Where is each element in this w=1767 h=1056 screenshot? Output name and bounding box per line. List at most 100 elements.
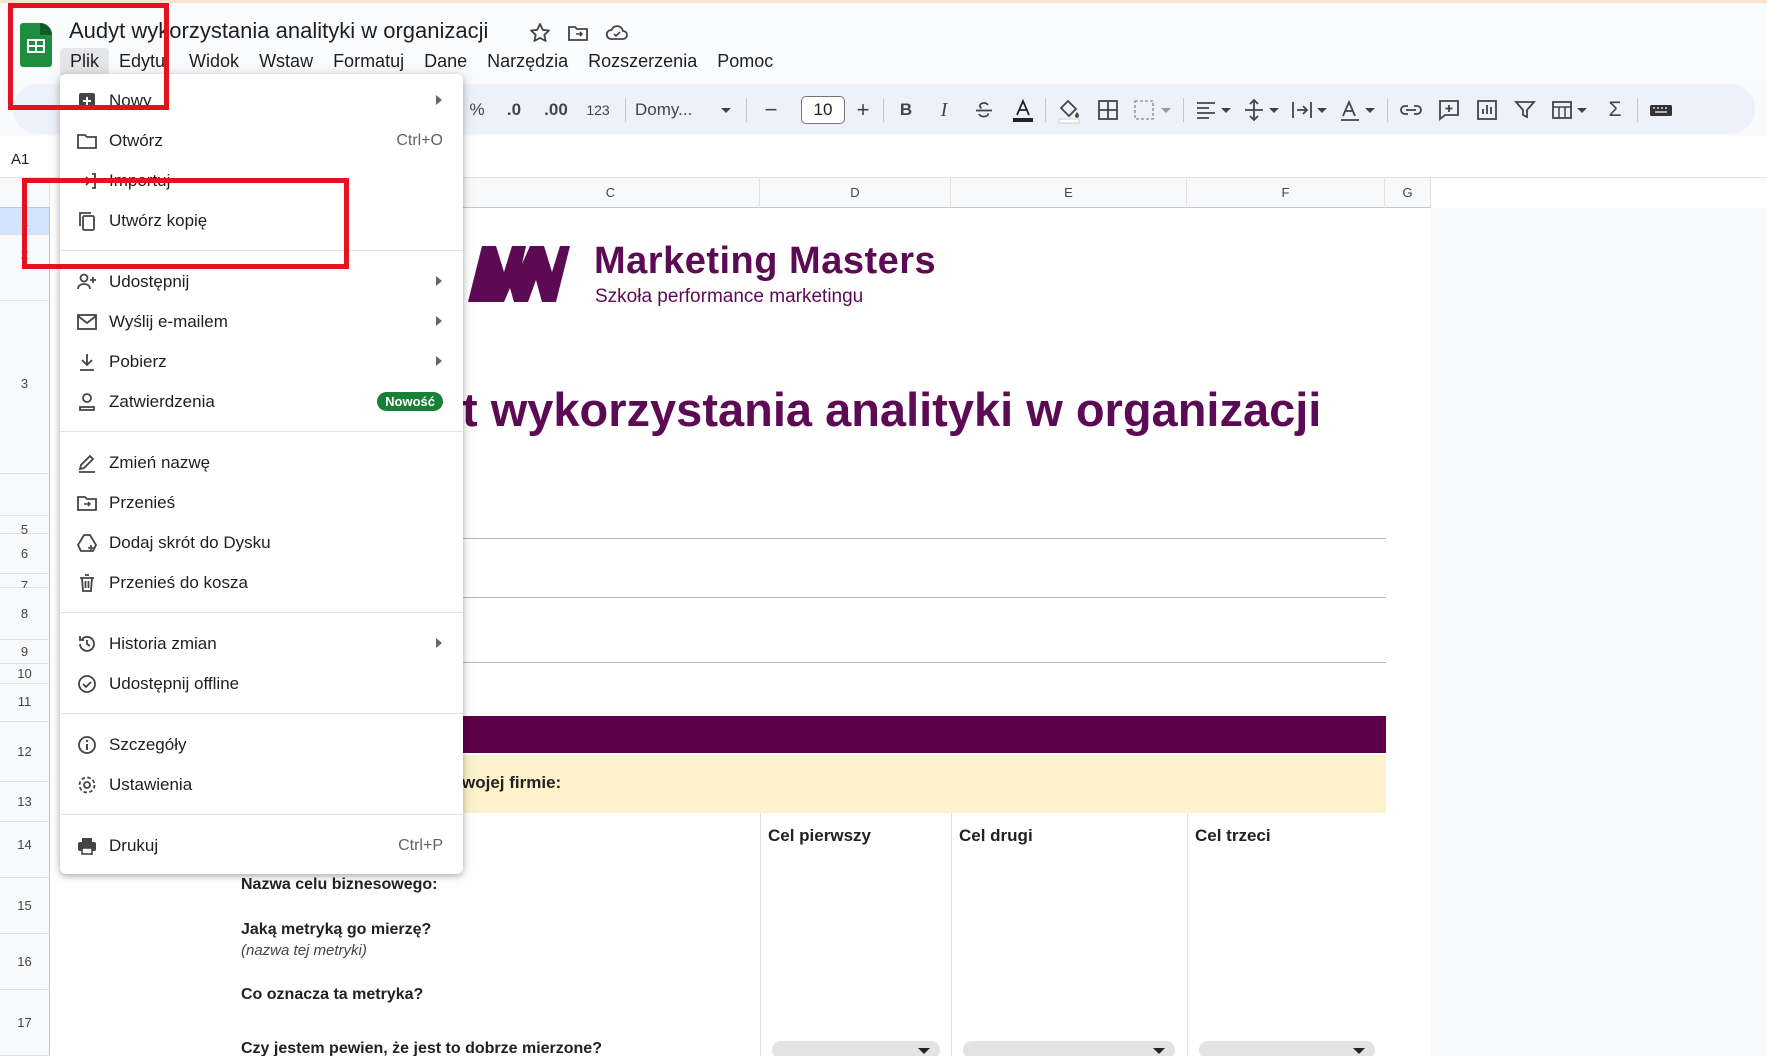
- row-header[interactable]: 7: [0, 574, 50, 593]
- dropdown-chip[interactable]: [1199, 1041, 1375, 1056]
- menu-separator: [60, 431, 463, 432]
- text-wrap-icon[interactable]: [1289, 97, 1333, 123]
- menu-item-offline[interactable]: Udostępnij offline: [60, 664, 463, 704]
- row-header[interactable]: 17: [0, 990, 50, 1056]
- menu-help[interactable]: Pomoc: [707, 48, 783, 76]
- toolbar-divider: [883, 98, 884, 122]
- menu-label: Historia zmian: [109, 634, 217, 653]
- question-metric-hint: (nazwa tej metryki): [241, 942, 367, 959]
- menu-item-open[interactable]: Otwórz Ctrl+O: [60, 121, 463, 161]
- menu-tools[interactable]: Narzędzia: [477, 48, 578, 76]
- menu-item-download[interactable]: Pobierz: [60, 342, 463, 382]
- toolbar-divider: [625, 98, 626, 122]
- column-header-d[interactable]: D: [760, 178, 951, 208]
- increase-decimal-button[interactable]: .00: [538, 97, 574, 123]
- menu-format[interactable]: Formatuj: [323, 48, 414, 76]
- goal-header-second: Cel drugi: [959, 826, 1033, 845]
- text-rotation-icon[interactable]: [1337, 97, 1381, 123]
- printer-icon: [76, 835, 98, 857]
- menu-item-details[interactable]: Szczegóły: [60, 725, 463, 765]
- filter-icon[interactable]: [1511, 97, 1539, 123]
- history-icon: [76, 633, 98, 655]
- font-size-minus-icon[interactable]: −: [759, 97, 783, 123]
- question-goal-name: Nazwa celu biznesowego:: [241, 876, 438, 893]
- font-dropdown-icon[interactable]: [717, 97, 735, 123]
- merge-cells-icon[interactable]: [1131, 97, 1175, 123]
- percent-button[interactable]: %: [465, 97, 489, 123]
- menu-item-rename[interactable]: Zmień nazwę: [60, 443, 463, 483]
- name-box[interactable]: A1: [11, 151, 29, 168]
- menu-item-print[interactable]: Drukuj Ctrl+P: [60, 826, 463, 866]
- row-header[interactable]: 3: [0, 301, 50, 474]
- input-tools-keyboard-icon[interactable]: [1647, 97, 1675, 123]
- menu-item-move[interactable]: Przenieś: [60, 483, 463, 523]
- menu-label: Ustawienia: [109, 775, 193, 794]
- submenu-arrow-icon: [436, 638, 442, 648]
- font-size-input[interactable]: 10: [801, 96, 845, 124]
- row-header[interactable]: 10: [0, 664, 50, 684]
- menu-item-email[interactable]: Wyślij e-mailem: [60, 302, 463, 342]
- menu-extensions[interactable]: Rozszerzenia: [578, 48, 707, 76]
- row-header[interactable]: 11: [0, 684, 50, 722]
- fill-color-icon[interactable]: [1055, 97, 1083, 124]
- menu-separator: [60, 713, 463, 714]
- new-badge: Nowość: [377, 392, 443, 411]
- insert-comment-icon[interactable]: [1435, 97, 1463, 123]
- offline-check-icon: [76, 673, 98, 695]
- menu-label: Przenieś do kosza: [109, 573, 248, 592]
- insert-link-icon[interactable]: [1397, 97, 1425, 123]
- approvals-icon: [76, 391, 98, 413]
- menu-label: Zatwierdzenia: [109, 392, 215, 411]
- menu-item-settings[interactable]: Ustawienia: [60, 765, 463, 805]
- submenu-arrow-icon: [436, 356, 442, 366]
- column-header-g[interactable]: G: [1385, 178, 1431, 208]
- strikethrough-icon[interactable]: [971, 97, 997, 123]
- text-color-icon[interactable]: [1009, 97, 1037, 123]
- column-header-c[interactable]: C: [462, 178, 760, 208]
- menu-insert[interactable]: Wstaw: [249, 48, 323, 76]
- menu-item-approvals[interactable]: Zatwierdzenia Nowość: [60, 382, 463, 422]
- dropdown-chip[interactable]: [772, 1041, 940, 1056]
- star-icon[interactable]: [528, 21, 552, 45]
- functions-button[interactable]: Σ: [1601, 97, 1629, 123]
- font-size-plus-icon[interactable]: +: [851, 97, 875, 123]
- menu-label: Szczegóły: [109, 735, 187, 754]
- menu-item-trash[interactable]: Przenieś do kosza: [60, 563, 463, 603]
- cloud-status-icon[interactable]: [604, 21, 628, 45]
- row-header[interactable]: 15: [0, 878, 50, 934]
- row-header[interactable]: 14: [0, 822, 50, 878]
- decrease-decimal-button[interactable]: .0: [499, 97, 529, 123]
- more-formats-button[interactable]: 123: [578, 97, 618, 123]
- insert-chart-icon[interactable]: [1473, 97, 1501, 123]
- toolbar-divider: [1387, 98, 1388, 122]
- row-header[interactable]: 8: [0, 588, 50, 640]
- font-select[interactable]: Domy...: [635, 97, 715, 123]
- section-prompt: wojej firmie:: [462, 773, 562, 792]
- question-measurement-confidence: Czy jestem pewien, że jest to dobrze mie…: [241, 1040, 602, 1056]
- spreadsheet-app: Audyt wykorzystania analityki w organiza…: [0, 0, 1767, 1056]
- dropdown-chip[interactable]: [963, 1041, 1175, 1056]
- move-folder-icon[interactable]: [566, 21, 590, 45]
- row-header[interactable]: 9: [0, 640, 50, 664]
- bold-button[interactable]: B: [893, 97, 919, 123]
- row-header[interactable]: 16: [0, 934, 50, 990]
- row-header[interactable]: 6: [0, 534, 50, 574]
- row-header[interactable]: 5: [0, 516, 50, 537]
- row-header[interactable]: 13: [0, 782, 50, 822]
- row-header[interactable]: 4: [0, 474, 50, 530]
- row-header[interactable]: 12: [0, 722, 50, 782]
- italic-button[interactable]: I: [931, 97, 957, 123]
- horizontal-align-icon[interactable]: [1193, 97, 1237, 123]
- vertical-align-icon[interactable]: [1241, 97, 1285, 123]
- sheet-empty-area: [1431, 208, 1767, 1056]
- borders-icon[interactable]: [1095, 97, 1121, 123]
- menu-item-version-history[interactable]: Historia zmian: [60, 624, 463, 664]
- filter-views-icon[interactable]: [1549, 97, 1593, 123]
- menu-data[interactable]: Dane: [414, 48, 477, 76]
- menu-item-add-shortcut[interactable]: Dodaj skrót do Dysku: [60, 523, 463, 563]
- menu-view[interactable]: Widok: [179, 48, 249, 76]
- section-header-bar: [462, 716, 1386, 753]
- column-header-f[interactable]: F: [1187, 178, 1385, 208]
- menu-separator: [60, 814, 463, 815]
- column-header-e[interactable]: E: [951, 178, 1187, 208]
